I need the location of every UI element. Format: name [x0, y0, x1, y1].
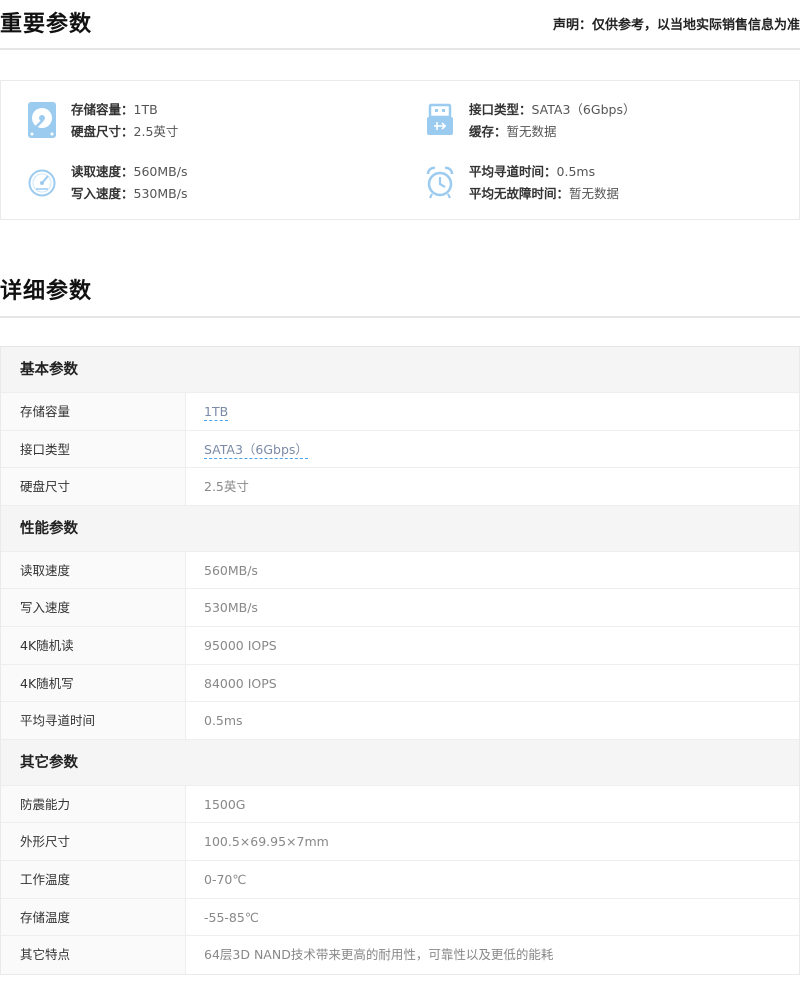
- summary-key: 接口类型：: [469, 102, 532, 117]
- row-value: 560MB/s: [204, 562, 258, 578]
- table-row: 工作温度 0-70℃: [1, 860, 799, 899]
- row-value: 530MB/s: [204, 600, 258, 616]
- summary-key: 平均寻道时间：: [469, 164, 557, 179]
- speedometer-icon: [28, 169, 56, 197]
- row-key: 其它特点: [1, 936, 186, 974]
- row-value: 84000 IOPS: [204, 675, 277, 691]
- summary-item-seek: 平均寻道时间：0.5ms 平均无故障时间：暂无数据: [425, 161, 619, 205]
- summary-key: 写入速度：: [71, 186, 134, 201]
- row-value: 2.5英寸: [204, 479, 249, 495]
- row-value: 0-70℃: [204, 871, 247, 887]
- detail-params-title: 详细参数: [0, 279, 93, 304]
- row-value: -55-85℃: [204, 909, 259, 925]
- table-row: 外形尺寸 100.5×69.95×7mm: [1, 823, 799, 861]
- row-value: 0.5ms: [204, 713, 243, 729]
- group-header: 性能参数: [1, 505, 799, 552]
- important-params-header: 重要参数 声明：仅供参考，以当地实际销售信息为准: [0, 0, 800, 50]
- table-row: 4K随机写 84000 IOPS: [1, 664, 799, 703]
- summary-item-speed: 读取速度：560MB/s 写入速度：530MB/s: [27, 161, 187, 205]
- summary-value: 530MB/s: [133, 186, 188, 201]
- table-row: 存储容量 1TB: [1, 393, 799, 431]
- row-value: 1500G: [204, 796, 246, 812]
- table-row: 读取速度 560MB/s: [1, 551, 799, 590]
- usb-interface-icon: [427, 103, 453, 135]
- table-row: 其它特点 64层3D NAND技术带来更高的耐用性，可靠性以及更低的能耗: [1, 936, 799, 974]
- summary-value: 0.5ms: [556, 164, 596, 179]
- important-params-title: 重要参数: [0, 12, 93, 37]
- alarm-clock-icon: [426, 166, 454, 199]
- summary-key: 硬盘尺寸：: [71, 124, 134, 139]
- table-row: 防震能力 1500G: [1, 785, 799, 824]
- table-row: 4K随机读 95000 IOPS: [1, 626, 799, 665]
- detail-params-table: 基本参数 存储容量 1TB 接口类型 SATA3（6Gbps） 硬盘尺寸 2.5…: [0, 346, 800, 975]
- storage-capacity-link[interactable]: 1TB: [204, 404, 229, 421]
- disclaimer-text: 声明：仅供参考，以当地实际销售信息为准: [552, 18, 800, 33]
- table-row: 写入速度 530MB/s: [1, 589, 799, 627]
- row-key: 4K随机写: [1, 664, 186, 702]
- table-row: 平均寻道时间 0.5ms: [1, 702, 799, 740]
- row-value: 100.5×69.95×7mm: [204, 834, 329, 850]
- summary-value: 暂无数据: [569, 186, 620, 201]
- row-key: 硬盘尺寸: [1, 468, 186, 505]
- detail-params-header: 详细参数: [0, 268, 800, 318]
- table-row: 存储温度 -55-85℃: [1, 898, 799, 937]
- summary-key: 存储容量：: [71, 102, 134, 117]
- table-row: 接口类型 SATA3（6Gbps）: [1, 430, 799, 469]
- important-params-summary: 存储容量：1TB 硬盘尺寸：2.5英寸 接口类型：SATA3（6Gbps） 缓存…: [0, 80, 800, 220]
- group-header: 其它参数: [1, 739, 799, 786]
- row-key: 外形尺寸: [1, 823, 186, 860]
- interface-type-link[interactable]: SATA3（6Gbps）: [204, 441, 308, 459]
- row-key: 平均寻道时间: [1, 702, 186, 739]
- row-key: 接口类型: [1, 430, 186, 468]
- summary-value: 1TB: [133, 102, 158, 117]
- row-value: 64层3D NAND技术带来更高的耐用性，可靠性以及更低的能耗: [204, 947, 554, 963]
- summary-value: 暂无数据: [506, 124, 557, 139]
- hard-disk-icon: [28, 102, 56, 138]
- summary-key: 读取速度：: [71, 164, 134, 179]
- row-key: 防震能力: [1, 785, 186, 823]
- summary-key: 缓存：: [469, 124, 507, 139]
- summary-value: 560MB/s: [133, 164, 188, 179]
- summary-value: 2.5英寸: [133, 124, 179, 139]
- row-key: 工作温度: [1, 860, 186, 898]
- group-header: 基本参数: [1, 347, 799, 393]
- row-key: 存储容量: [1, 393, 186, 430]
- summary-item-storage: 存储容量：1TB 硬盘尺寸：2.5英寸: [27, 99, 178, 143]
- summary-item-interface: 接口类型：SATA3（6Gbps） 缓存：暂无数据: [425, 99, 635, 143]
- summary-value: SATA3（6Gbps）: [531, 102, 636, 117]
- summary-key: 平均无故障时间：: [469, 186, 570, 201]
- table-row: 硬盘尺寸 2.5英寸: [1, 468, 799, 506]
- row-key: 存储温度: [1, 898, 186, 936]
- row-key: 4K随机读: [1, 626, 186, 664]
- row-key: 读取速度: [1, 551, 186, 589]
- row-value: 95000 IOPS: [204, 637, 277, 653]
- row-key: 写入速度: [1, 589, 186, 626]
